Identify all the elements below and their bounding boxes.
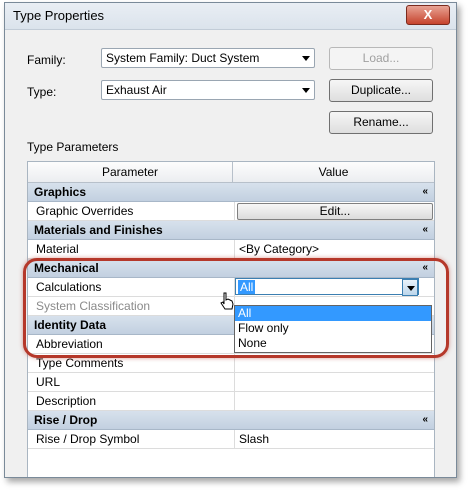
- family-select[interactable]: System Family: Duct System: [101, 48, 315, 68]
- row-value[interactable]: [234, 392, 434, 410]
- hand-pointer-icon: [220, 292, 234, 310]
- family-select-value: System Family: Duct System: [106, 51, 260, 65]
- chevron-double-up-icon[interactable]: «: [422, 412, 428, 428]
- row-material[interactable]: Material <By Category>: [28, 240, 434, 259]
- rename-button[interactable]: Rename...: [329, 111, 433, 134]
- type-select[interactable]: Exhaust Air: [101, 80, 315, 100]
- row-name: Type Comments: [36, 356, 124, 370]
- row-name: Calculations: [36, 280, 102, 294]
- group-mechanical[interactable]: Mechanical «: [28, 259, 434, 278]
- row-name: Graphic Overrides: [36, 204, 134, 218]
- dialog-title: Type Properties: [13, 8, 105, 23]
- chevron-double-up-icon[interactable]: «: [422, 260, 428, 276]
- row-value: Edit...: [234, 202, 434, 220]
- type-parameters-label: Type Parameters: [27, 140, 119, 154]
- group-rise-drop-label: Rise / Drop: [34, 413, 98, 427]
- dialog-container: Type Properties X Family: System Family:…: [4, 2, 459, 480]
- row-graphic-overrides: Graphic Overrides Edit...: [28, 202, 434, 221]
- row-name: Abbreviation: [36, 337, 103, 351]
- group-graphics-label: Graphics: [34, 185, 87, 199]
- group-graphics[interactable]: Graphics «: [28, 183, 434, 202]
- chevron-double-up-icon[interactable]: «: [422, 184, 428, 200]
- dropdown-option-all[interactable]: All: [235, 306, 431, 321]
- row-name: Material: [36, 242, 79, 256]
- type-properties-dialog: Type Properties X Family: System Family:…: [4, 2, 457, 478]
- edit-button[interactable]: Edit...: [237, 203, 433, 220]
- duplicate-button[interactable]: Duplicate...: [329, 79, 433, 102]
- header-parameter[interactable]: Parameter: [28, 162, 233, 182]
- close-button[interactable]: X: [406, 5, 450, 25]
- family-label: Family:: [27, 53, 66, 67]
- row-name: Rise / Drop Symbol: [36, 432, 140, 446]
- header-value[interactable]: Value: [233, 162, 434, 182]
- calculations-dropdown-list: All Flow only None: [234, 305, 432, 353]
- row-value[interactable]: [234, 354, 434, 372]
- row-url[interactable]: URL: [28, 373, 434, 392]
- chevron-double-up-icon[interactable]: «: [422, 222, 428, 238]
- row-name: URL: [36, 375, 61, 389]
- row-value[interactable]: <By Category>: [234, 240, 434, 258]
- group-identity-label: Identity Data: [34, 318, 107, 332]
- calculations-select-value: All: [238, 280, 256, 294]
- parameter-grid: Parameter Value Graphics « Graphic Overr…: [27, 161, 435, 477]
- chevron-down-icon: [302, 56, 310, 61]
- type-label: Type:: [27, 85, 57, 99]
- title-bar[interactable]: Type Properties X: [5, 3, 456, 30]
- row-name: System Classification: [36, 299, 151, 313]
- dropdown-option-none[interactable]: None: [235, 336, 431, 351]
- dropdown-button[interactable]: [402, 279, 418, 296]
- grid-header: Parameter Value: [28, 162, 434, 183]
- calculations-select[interactable]: All: [235, 278, 419, 296]
- load-button[interactable]: Load...: [329, 47, 433, 70]
- type-select-value: Exhaust Air: [106, 83, 167, 97]
- group-materials-label: Materials and Finishes: [34, 223, 163, 237]
- chevron-down-icon: [302, 88, 310, 93]
- group-materials[interactable]: Materials and Finishes «: [28, 221, 434, 240]
- row-type-comments[interactable]: Type Comments: [28, 354, 434, 373]
- row-description[interactable]: Description: [28, 392, 434, 411]
- group-rise-drop[interactable]: Rise / Drop «: [28, 411, 434, 430]
- row-value[interactable]: Slash: [234, 430, 434, 448]
- row-rise-drop-symbol[interactable]: Rise / Drop Symbol Slash: [28, 430, 434, 449]
- row-name: Description: [36, 394, 97, 408]
- row-value[interactable]: [234, 373, 434, 391]
- chevron-down-icon: [407, 286, 415, 291]
- dropdown-option-flow-only[interactable]: Flow only: [235, 321, 431, 336]
- group-mechanical-label: Mechanical: [34, 261, 99, 275]
- row-value[interactable]: All: [234, 278, 434, 296]
